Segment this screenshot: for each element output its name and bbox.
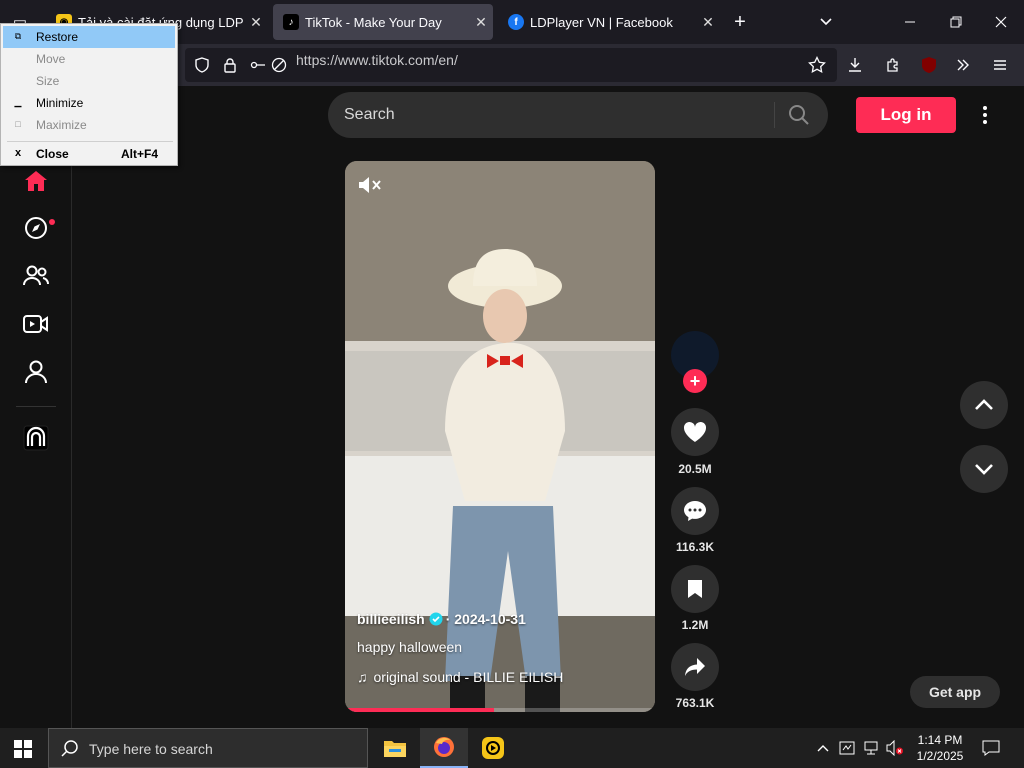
video-progress-track[interactable] bbox=[345, 708, 655, 712]
comment-button[interactable] bbox=[671, 487, 719, 535]
video-date: · 2024-10-31 bbox=[445, 611, 526, 627]
video-progress-fill bbox=[345, 708, 494, 712]
save-button[interactable] bbox=[671, 565, 719, 613]
ldplayer-icon[interactable] bbox=[469, 728, 517, 768]
login-button[interactable]: Log in bbox=[856, 97, 956, 133]
taskbar-clock[interactable]: 1:14 PM 1/2/2025 bbox=[912, 732, 968, 764]
sidebar-divider bbox=[16, 406, 56, 407]
notification-center-icon[interactable] bbox=[982, 740, 1000, 756]
more-options-icon[interactable] bbox=[970, 100, 1000, 130]
tab-title: TikTok - Make Your Day bbox=[305, 14, 442, 30]
windows-taskbar: Type here to search 1:14 PM 1/2/2025 bbox=[0, 728, 1024, 768]
tracking-protection-shield-icon[interactable] bbox=[189, 52, 215, 78]
menu-item-restore[interactable]: ⧉ Restore bbox=[3, 26, 175, 48]
close-window-icon[interactable] bbox=[987, 8, 1015, 36]
follow-plus-icon[interactable]: + bbox=[683, 369, 707, 393]
tab-title: LDPlayer VN | Facebook bbox=[530, 14, 673, 30]
extensions-puzzle-icon[interactable] bbox=[880, 52, 906, 78]
verified-badge-icon bbox=[429, 612, 443, 626]
heart-icon bbox=[683, 421, 707, 442]
tray-overflow-chevron-icon[interactable] bbox=[814, 740, 832, 756]
video-caption: happy halloween bbox=[357, 639, 463, 655]
downloads-icon[interactable] bbox=[842, 52, 868, 78]
search-bar[interactable]: Search bbox=[328, 92, 828, 138]
facebook-icon: f bbox=[508, 14, 524, 30]
like-button[interactable] bbox=[671, 408, 719, 456]
close-shortcut: Alt+F4 bbox=[121, 147, 159, 161]
search-icon[interactable] bbox=[788, 104, 810, 131]
minimize-icon: ▁ bbox=[14, 97, 22, 107]
video-player[interactable]: billieeilish · 2024-10-31 happy hallowee… bbox=[345, 161, 655, 712]
more-tools-chevron-icon[interactable] bbox=[950, 52, 976, 78]
comment-count: 116.3K bbox=[675, 540, 715, 554]
clock-time: 1:14 PM bbox=[917, 733, 963, 747]
menu-item-move[interactable]: Move bbox=[3, 48, 175, 70]
comment-icon bbox=[684, 501, 706, 521]
menu-separator bbox=[7, 141, 173, 142]
url-text[interactable]: https://www.tiktok.com/en/ bbox=[296, 52, 458, 68]
restore-window-icon[interactable] bbox=[942, 8, 970, 36]
studio-icon[interactable] bbox=[19, 421, 53, 455]
bookmark-star-icon[interactable] bbox=[804, 52, 830, 78]
share-button[interactable] bbox=[671, 643, 719, 691]
lock-icon[interactable] bbox=[217, 52, 243, 78]
video-frame-illustration bbox=[345, 161, 655, 712]
mute-icon[interactable] bbox=[357, 175, 383, 200]
app-menu-hamburger-icon[interactable] bbox=[987, 52, 1013, 78]
search-divider bbox=[774, 102, 775, 128]
video-username[interactable]: billieeilish bbox=[357, 611, 425, 627]
like-count: 20.5M bbox=[678, 462, 712, 476]
share-count: 763.1K bbox=[675, 696, 715, 710]
minimize-window-icon[interactable] bbox=[896, 8, 924, 36]
menu-item-size[interactable]: Size bbox=[3, 70, 175, 92]
video-sound[interactable]: ♫ original sound - BILLIE EILISH bbox=[357, 669, 563, 685]
previous-video-button[interactable] bbox=[960, 381, 1008, 429]
menu-item-minimize[interactable]: ▁ Minimize bbox=[3, 92, 175, 114]
tray-app-icon[interactable] bbox=[838, 740, 856, 756]
chevron-down-icon bbox=[975, 464, 993, 475]
window-system-menu: ⧉ Restore Move Size ▁ Minimize □ Maximiz… bbox=[0, 23, 178, 166]
get-app-button[interactable]: Get app bbox=[910, 676, 1000, 708]
video-meta: billieeilish · 2024-10-31 bbox=[357, 611, 526, 627]
next-video-button[interactable] bbox=[960, 445, 1008, 493]
close-icon: x bbox=[14, 147, 22, 159]
tab-tiktok[interactable]: ♪ TikTok - Make Your Day ✕ bbox=[273, 4, 493, 40]
tab-close-icon[interactable]: ✕ bbox=[469, 14, 493, 31]
volume-muted-icon[interactable] bbox=[886, 740, 904, 756]
tab-list-chevron-icon[interactable] bbox=[812, 8, 840, 36]
save-count: 1.2M bbox=[681, 618, 709, 632]
search-icon bbox=[61, 739, 79, 762]
new-tab-button[interactable]: + bbox=[726, 8, 754, 36]
ublock-extension-icon[interactable] bbox=[916, 52, 942, 78]
live-icon[interactable] bbox=[19, 307, 53, 341]
bookmark-icon bbox=[688, 580, 702, 598]
music-note-icon: ♫ bbox=[357, 669, 368, 685]
profile-icon[interactable] bbox=[19, 355, 53, 389]
network-icon[interactable] bbox=[862, 740, 880, 756]
menu-item-close[interactable]: x Close Alt+F4 bbox=[3, 143, 175, 165]
autoplay-blocked-icon[interactable] bbox=[266, 52, 292, 78]
home-icon[interactable] bbox=[19, 164, 53, 198]
windows-start-icon[interactable] bbox=[14, 740, 32, 763]
taskbar-search-box[interactable]: Type here to search bbox=[48, 728, 368, 768]
tiktok-sidebar bbox=[0, 86, 72, 728]
following-icon[interactable] bbox=[19, 259, 53, 293]
share-arrow-icon bbox=[685, 658, 705, 676]
file-explorer-icon[interactable] bbox=[371, 728, 419, 768]
tab-close-icon[interactable]: ✕ bbox=[696, 14, 720, 31]
tab-close-icon[interactable]: ✕ bbox=[244, 14, 268, 31]
firefox-icon[interactable] bbox=[420, 728, 468, 768]
explore-icon[interactable] bbox=[19, 211, 53, 245]
search-input[interactable]: Search bbox=[344, 106, 395, 124]
menu-item-maximize[interactable]: □ Maximize bbox=[3, 114, 175, 136]
restore-icon: ⧉ bbox=[14, 31, 22, 41]
clock-date: 1/2/2025 bbox=[916, 749, 964, 763]
taskbar-search-input[interactable]: Type here to search bbox=[89, 741, 213, 757]
sound-label: original sound - BILLIE EILISH bbox=[373, 669, 564, 685]
chevron-up-icon bbox=[975, 399, 993, 410]
maximize-icon: □ bbox=[15, 119, 21, 129]
tab-facebook[interactable]: f LDPlayer VN | Facebook ✕ bbox=[498, 4, 720, 40]
notification-dot bbox=[49, 219, 55, 225]
tiktok-icon: ♪ bbox=[283, 14, 299, 30]
